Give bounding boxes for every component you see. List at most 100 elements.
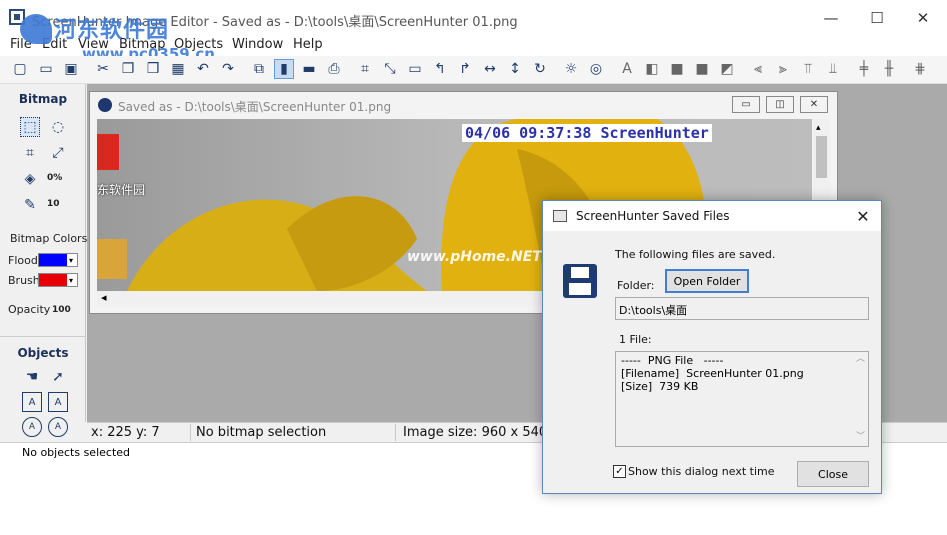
opacity-value[interactable]: 100: [52, 305, 71, 315]
image-restore-button[interactable]: ◫: [766, 96, 794, 113]
file-count-label: 1 File:: [619, 333, 652, 346]
scroll-up-icon[interactable]: ︿: [856, 353, 865, 366]
menu-help[interactable]: Help: [293, 37, 323, 52]
cursor-coordinates: x: 225 y: 7: [91, 425, 160, 440]
resize-icon[interactable]: ⤡: [380, 59, 400, 79]
rect-select-icon[interactable]: ⬚: [20, 117, 40, 137]
brush-color-picker[interactable]: ▾: [38, 273, 78, 287]
dialog-message: The following files are saved.: [615, 248, 776, 261]
align-bottom-icon[interactable]: ⫫: [823, 59, 843, 79]
object-small-icon[interactable]: ■: [667, 59, 687, 79]
image-close-button[interactable]: ✕: [800, 96, 828, 113]
pointer-tool-icon[interactable]: ☚: [22, 367, 42, 387]
color-wheel-icon[interactable]: ◎: [586, 59, 606, 79]
status-divider: [395, 424, 396, 441]
menu-window[interactable]: Window: [232, 37, 283, 52]
align-right-icon[interactable]: ⫸: [773, 59, 793, 79]
objects-header: Objects: [17, 346, 69, 360]
redo-arrow-icon[interactable]: ↱: [455, 59, 475, 79]
new-icon[interactable]: ▢: [10, 59, 30, 79]
brush-size-value: 10: [47, 199, 60, 209]
align-center-icon[interactable]: ╪: [854, 59, 874, 79]
image-window-title: Saved as - D:\tools\桌面\ScreenHunter 01.p…: [118, 100, 392, 114]
rotate-icon[interactable]: ↻: [530, 59, 550, 79]
saved-files-list[interactable]: ----- PNG File ----- [Filename] ScreenHu…: [615, 351, 869, 447]
dialog-close-button[interactable]: Close: [797, 461, 869, 487]
files-scrollbar[interactable]: ︿ ﹀: [852, 353, 868, 445]
bubble-text-tool-icon[interactable]: A: [48, 417, 68, 437]
capture-icon[interactable]: ⧉: [249, 59, 269, 79]
show-dialog-label: Show this dialog next time: [628, 465, 775, 478]
undo-icon[interactable]: ↶: [193, 59, 213, 79]
dialog-titlebar[interactable]: ScreenHunter Saved Files ✕: [543, 201, 881, 231]
objects-status: No objects selected: [22, 446, 131, 459]
select-all-icon[interactable]: ▦: [168, 59, 188, 79]
brush-tool-icon[interactable]: ✎: [20, 195, 40, 215]
redo-icon[interactable]: ↷: [218, 59, 238, 79]
timestamp-stamp: 04/06 09:37:38 ScreenHunter: [462, 124, 712, 142]
align-middle-icon[interactable]: ╫: [879, 59, 899, 79]
open-folder-button[interactable]: Open Folder: [665, 269, 749, 293]
horizontal-layout-icon[interactable]: ▬: [299, 59, 319, 79]
dialog-title: ScreenHunter Saved Files: [576, 209, 730, 223]
resize-tool-icon[interactable]: ⤢: [48, 143, 68, 163]
opacity-label: Opacity: [8, 303, 51, 316]
bitmap-header: Bitmap: [18, 92, 68, 106]
desktop-icon-label: 东软件园: [97, 183, 146, 197]
vertical-scroll-thumb[interactable]: [816, 136, 827, 178]
callout-tool-icon[interactable]: A: [48, 392, 68, 412]
ellipse-text-tool-icon[interactable]: A: [22, 417, 42, 437]
image-window-titlebar[interactable]: Saved as - D:\tools\桌面\ScreenHunter 01.p…: [90, 92, 837, 118]
align-left-icon[interactable]: ⫷: [748, 59, 768, 79]
scroll-down-icon[interactable]: ﹀: [856, 431, 865, 444]
crop-icon[interactable]: ⌗: [355, 59, 375, 79]
minimize-button[interactable]: —: [808, 0, 854, 36]
text-tool-icon[interactable]: A: [617, 59, 637, 79]
object-medium-icon[interactable]: ■: [692, 59, 712, 79]
print-icon[interactable]: ⎙: [324, 59, 344, 79]
scroll-left-icon[interactable]: ◂: [101, 291, 107, 304]
group-icon[interactable]: ◧: [642, 59, 662, 79]
align-top-icon[interactable]: ⫪: [798, 59, 818, 79]
folder-label: Folder:: [617, 279, 655, 292]
panel-divider: [0, 336, 86, 337]
flip-vertical-icon[interactable]: ↕: [505, 59, 525, 79]
close-window-button[interactable]: ✕: [900, 0, 946, 36]
status-divider: [190, 424, 191, 441]
save-icon[interactable]: ▣: [61, 59, 81, 79]
text-box-tool-icon[interactable]: A: [22, 392, 42, 412]
vertical-layout-icon[interactable]: ▮: [274, 59, 294, 79]
dialog-close-icon[interactable]: ✕: [847, 203, 879, 229]
copy-icon[interactable]: ❐: [118, 59, 138, 79]
maximize-button[interactable]: ☐: [854, 0, 900, 36]
fill-tolerance-value: 0%: [47, 173, 63, 183]
folder-path-field[interactable]: D:\tools\桌面: [615, 297, 869, 320]
scroll-up-icon[interactable]: ▴: [816, 123, 821, 133]
distribute-icon[interactable]: ⋕: [910, 59, 930, 79]
show-dialog-checkbox[interactable]: ✓: [613, 465, 626, 478]
flood-label: Flood: [8, 254, 38, 267]
object-large-icon[interactable]: ◩: [717, 59, 737, 79]
brightness-icon[interactable]: ☼: [561, 59, 581, 79]
frame-icon[interactable]: ▭: [405, 59, 425, 79]
flood-color-picker[interactable]: ▾: [38, 253, 78, 267]
selection-status: No bitmap selection: [196, 425, 327, 440]
camera-icon: [98, 98, 112, 112]
arrow-tool-icon[interactable]: ➚: [48, 367, 68, 387]
undo-arrow-icon[interactable]: ↰: [430, 59, 450, 79]
image-minimize-button[interactable]: ▭: [732, 96, 760, 113]
brush-label: Brush: [8, 274, 40, 287]
flip-horizontal-icon[interactable]: ↔: [480, 59, 500, 79]
dialog-app-icon: [553, 210, 567, 222]
watermark-logo-icon: [20, 14, 52, 44]
watermark-text: 河东软件园: [54, 18, 170, 43]
toolbar: ▢ ▭ ▣ ✂ ❐ ❒ ▦ ↶ ↷ ⧉ ▮ ▬ ⎙ ⌗ ⤡ ▭ ↰ ↱ ↔ ↕ …: [0, 56, 947, 84]
floppy-disk-icon: [563, 264, 597, 298]
crop-tool-icon[interactable]: ⌗: [20, 143, 40, 163]
fill-bucket-icon[interactable]: ◈: [20, 169, 40, 189]
cut-icon[interactable]: ✂: [93, 59, 113, 79]
paste-icon[interactable]: ❒: [143, 59, 163, 79]
open-icon[interactable]: ▭: [36, 59, 56, 79]
ellipse-select-icon[interactable]: ◌: [48, 117, 68, 137]
saved-files-dialog: ScreenHunter Saved Files ✕ The following…: [542, 200, 882, 494]
